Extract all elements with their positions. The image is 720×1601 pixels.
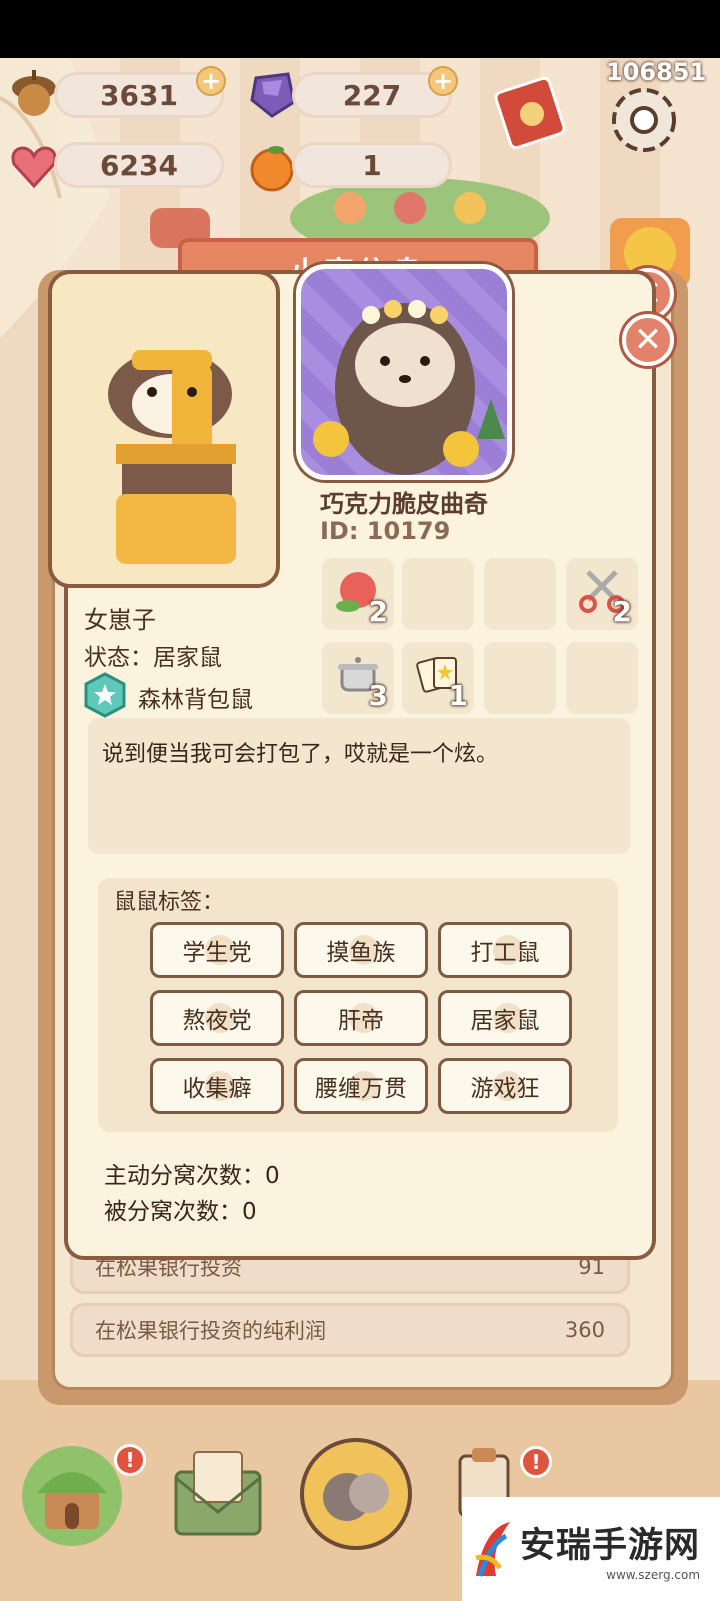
item-slot-empty[interactable] <box>484 642 556 714</box>
tag-chip[interactable]: 收集癖 <box>150 1058 284 1114</box>
tag-chip[interactable]: 游戏狂 <box>438 1058 572 1114</box>
site-title: 安瑞手游网 <box>520 1524 701 1566</box>
item-slot[interactable]: 3 <box>322 642 394 714</box>
orange-count: 1 <box>292 142 452 188</box>
item-slot[interactable]: 2 <box>322 558 394 630</box>
tag-chip[interactable]: 熬夜党 <box>150 990 284 1046</box>
passive-split-count: 被分窝次数：0 <box>104 1199 257 1225</box>
mouse-portrait <box>48 270 280 588</box>
tag-chip[interactable]: 学生党 <box>150 922 284 978</box>
tags-title: 鼠鼠标签： <box>114 890 225 915</box>
status-bar <box>0 0 720 58</box>
site-watermark: 安瑞手游网 www.szerg.com <box>462 1497 720 1601</box>
item-slot-empty[interactable] <box>566 642 638 714</box>
home-alert-badge: ! <box>114 1444 146 1476</box>
investment-profit-row: 在松果银行投资的纯利润 360 <box>70 1303 630 1357</box>
item-slot-empty[interactable] <box>484 558 556 630</box>
mouse-quote: 说到便当我可会打包了，哎就是一个炫。 <box>88 718 630 854</box>
gear-icon[interactable] <box>604 80 684 160</box>
owner-avatar[interactable] <box>296 264 512 480</box>
home-icon[interactable] <box>22 1446 122 1546</box>
mouse-name: 女崽子 <box>84 606 156 634</box>
tag-chip[interactable]: 肝帝 <box>294 990 428 1046</box>
item-slot[interactable]: 1 <box>402 642 474 714</box>
mouse-friends-icon[interactable] <box>300 1438 412 1550</box>
add-gem-button[interactable]: + <box>428 66 458 96</box>
tag-chip[interactable]: 摸鱼族 <box>294 922 428 978</box>
item-slot[interactable]: 2 <box>566 558 638 630</box>
tag-chip[interactable]: 打工鼠 <box>438 922 572 978</box>
add-acorn-button[interactable]: + <box>196 66 226 96</box>
site-logo-icon <box>470 1518 514 1580</box>
item-slot-empty[interactable] <box>402 558 474 630</box>
mouse-title-badge: 森林背包鼠 <box>138 687 253 713</box>
star-badge-icon <box>82 672 128 718</box>
task-alert-badge: ! <box>520 1446 552 1478</box>
tag-chip[interactable]: 腰缠万贯 <box>294 1058 428 1114</box>
site-url: www.szerg.com <box>606 1567 701 1582</box>
close-card-button[interactable]: ✕ <box>622 314 674 366</box>
mail-icon[interactable] <box>168 1442 268 1542</box>
red-envelope-icon[interactable] <box>492 74 574 154</box>
tag-chip[interactable]: 居家鼠 <box>438 990 572 1046</box>
owner-name: 巧克力脆皮曲奇 <box>320 490 488 518</box>
heart-count: 6234 <box>54 142 224 188</box>
active-split-count: 主动分窝次数：0 <box>104 1163 280 1189</box>
mouse-status: 状态：居家鼠 <box>84 645 222 671</box>
owner-id: ID: 10179 <box>320 517 451 545</box>
